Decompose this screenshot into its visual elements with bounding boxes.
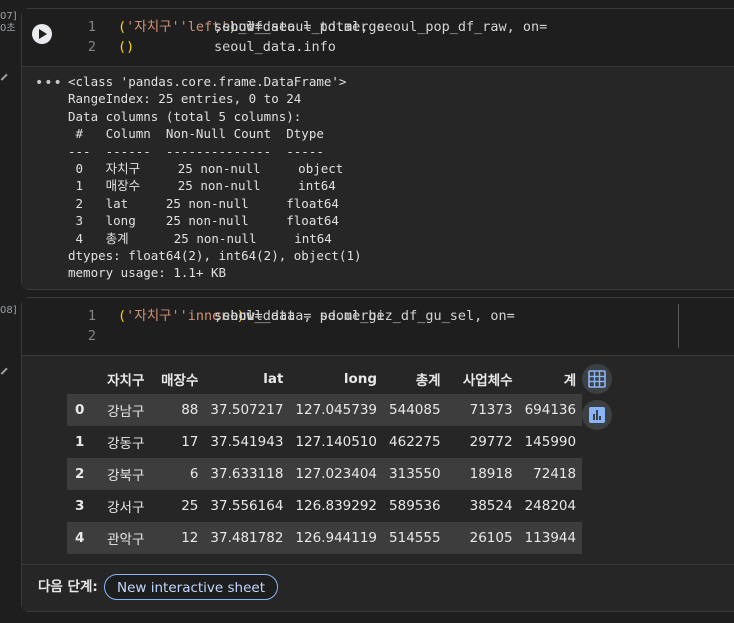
table-cell: 113944 <box>518 522 583 554</box>
table-cell: 589536 <box>389 498 441 514</box>
row-index: 0 <box>67 394 91 426</box>
bar-chart-icon <box>589 407 605 423</box>
cell2-exec-count: 08] <box>0 305 17 316</box>
table-cell: 강북구 <box>90 458 151 490</box>
row-index: 2 <box>67 458 91 490</box>
row-index: 1 <box>75 434 85 450</box>
line-number: 1 <box>87 19 96 35</box>
column-header: 사업체수 <box>462 373 513 389</box>
code-token: seoul_data.info <box>214 39 336 55</box>
table-cell: 37.633118 <box>204 458 290 490</box>
table-cell: 관악구 <box>90 522 151 554</box>
table-cell: 38524 <box>469 498 513 514</box>
table-icon <box>588 370 606 388</box>
table-cell: 126.839292 <box>295 498 378 514</box>
paren-token: ( <box>118 19 127 35</box>
table-row: 3 강서구 25 37.556164 126.839292 589536 38524 2482… <box>67 490 582 522</box>
column-header: long <box>343 371 378 387</box>
more-horiz-icon[interactable]: ••• <box>35 75 63 91</box>
table-cell: 37.481782 <box>204 522 290 554</box>
table-cell: 26105 <box>446 522 519 554</box>
code-text[interactable]: seoul_data = pd.merge( sb_df_seoul_total… <box>118 17 547 37</box>
table-cell: 강동구 <box>107 436 145 452</box>
table-cell: 127.045739 <box>289 394 384 426</box>
code-editor[interactable]: 1 seoul_data = pd.merge( seoul_data, seou… <box>22 298 734 354</box>
table-cell: 514555 <box>383 522 447 554</box>
table-cell: 6 <box>150 458 205 490</box>
string-token: '자치구' <box>126 308 180 324</box>
table-cell: 71373 <box>446 394 519 426</box>
table-cell: 18918 <box>446 458 519 490</box>
play-icon <box>39 29 47 39</box>
editor-ruler <box>678 304 679 348</box>
code-token: , how= <box>214 19 263 35</box>
row-index: 4 <box>67 522 91 554</box>
table-row: 2 강북구 6 37.633118 127.023404 313550 18918 72418 <box>67 458 583 490</box>
table-cell: 37.556164 <box>210 498 284 514</box>
run-cell-button[interactable] <box>32 24 52 44</box>
table-cell: 37.541943 <box>210 434 284 450</box>
table-cell: 145990 <box>524 434 577 450</box>
collapse-output-icon[interactable] <box>0 73 14 87</box>
line-number: 2 <box>87 328 96 344</box>
column-header: 매장수 <box>161 373 199 389</box>
table-cell: 29772 <box>469 434 513 450</box>
column-header: 총계 <box>415 373 441 389</box>
cell-output: ••• <class 'pandas.core.frame.DataFrame'… <box>22 66 734 289</box>
table-cell: 강서구 <box>107 500 145 516</box>
code-editor[interactable]: 1 seoul_data = pd.merge( sb_df_seoul_tota… <box>22 9 734 65</box>
table-cell: 88 <box>150 394 205 426</box>
paren-token: () <box>118 39 135 55</box>
table-cell: 강남구 <box>90 394 151 426</box>
code-text[interactable]: seoul_data.info () <box>118 37 336 57</box>
column-header: lat <box>263 371 284 387</box>
index-header <box>67 364 90 394</box>
next-steps-label: 다음 단계: <box>38 579 98 595</box>
line-number: 1 <box>87 308 96 324</box>
table-row: 0 강남구 88 37.507217 127.045739 544085 71373 6941… <box>67 394 583 426</box>
divider <box>22 564 734 565</box>
cell1-exec-count: 07] 0초 <box>0 11 17 34</box>
collapse-output-icon[interactable] <box>0 367 14 381</box>
table-cell: 127.140510 <box>295 434 378 450</box>
table-cell: 25 <box>181 498 199 514</box>
table-cell: 12 <box>150 522 205 554</box>
string-token: '자치구' <box>126 19 180 35</box>
code-token: , how= <box>214 308 263 324</box>
row-index: 3 <box>75 498 85 514</box>
table-cell: 17 <box>181 434 199 450</box>
table-row: 4 관악구 12 37.481782 126.944119 514555 26105 1139… <box>67 522 583 554</box>
paren-token: ( <box>118 308 127 324</box>
table-cell: 127.023404 <box>289 458 384 490</box>
table-cell: 544085 <box>383 394 447 426</box>
cell-output: 자치구 매장수 lat long 총계 사업체수 계 0 강남구 88 37.507217 127.… <box>22 355 734 611</box>
table-cell: 462275 <box>389 434 441 450</box>
column-header: 자치구 <box>107 373 145 389</box>
table-cell: 248204 <box>524 498 577 514</box>
new-interactive-sheet-button[interactable]: New interactive sheet <box>104 574 279 600</box>
table-cell: 37.507217 <box>204 394 290 426</box>
code-token: sb_df_seoul_total, seoul_pop_df_raw, on= <box>214 19 548 35</box>
column-header: 계 <box>563 373 577 389</box>
table-cell: 126.944119 <box>289 522 384 554</box>
table-cell: 694136 <box>518 394 583 426</box>
table-header-row: 자치구 매장수 lat long 총계 사업체수 계 <box>67 364 582 394</box>
suggest-charts-button[interactable] <box>582 400 612 430</box>
table-cell: 313550 <box>383 458 447 490</box>
info-output-text: <class 'pandas.core.frame.DataFrame'> Ra… <box>68 74 362 281</box>
code-text[interactable]: seoul_data = pd.merge( seoul_data, seoul… <box>118 306 515 326</box>
convert-to-table-button[interactable] <box>582 364 612 394</box>
code-cell-1[interactable]: 1 seoul_data = pd.merge( sb_df_seoul_tota… <box>21 8 734 290</box>
table-row: 1 강동구 17 37.541943 127.140510 462275 29772 1459… <box>67 426 582 458</box>
table-cell: 72418 <box>518 458 583 490</box>
line-number: 2 <box>87 39 96 55</box>
dataframe-table: 자치구 매장수 lat long 총계 사업체수 계 0 강남구 88 37.507217 127.… <box>67 364 583 554</box>
